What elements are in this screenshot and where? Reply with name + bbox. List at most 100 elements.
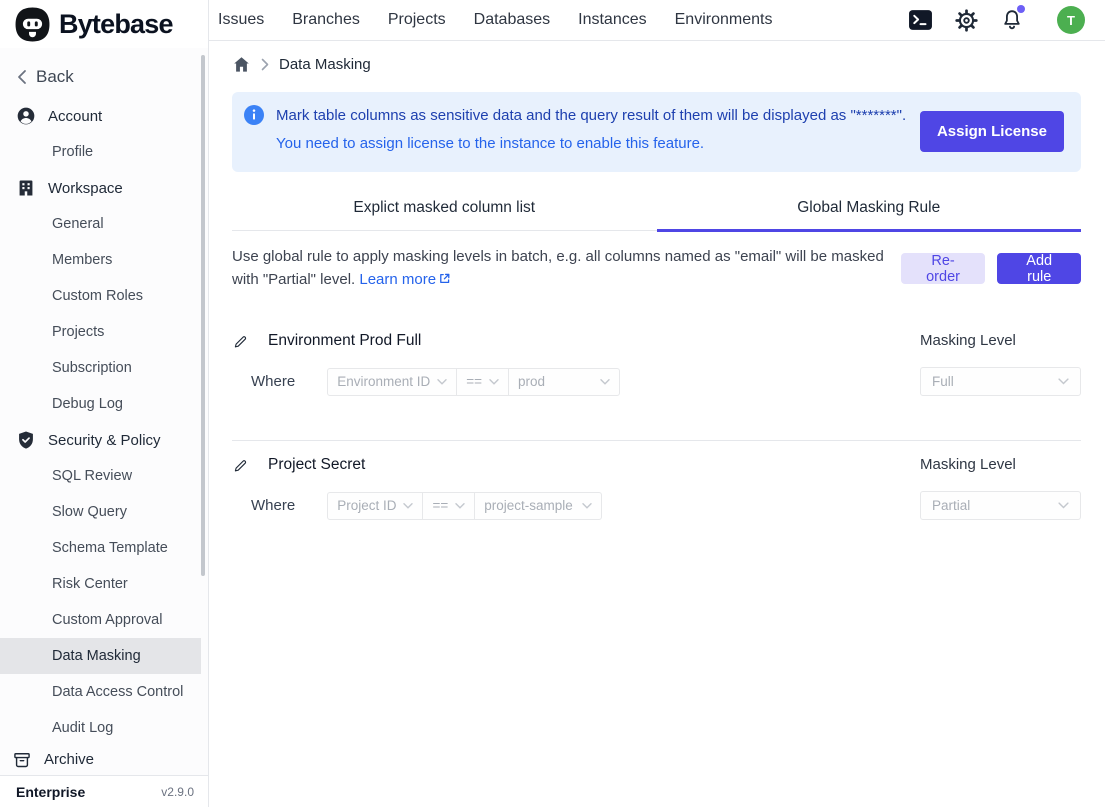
where-label: Where xyxy=(251,373,295,390)
nav-item-branches[interactable]: Branches xyxy=(292,11,360,29)
sidebar-item-archive[interactable]: Archive xyxy=(0,744,208,775)
sidebar-item-slow-query[interactable]: Slow Query xyxy=(0,494,208,530)
breadcrumb: Data Masking xyxy=(232,51,1081,77)
notification-dot xyxy=(1017,5,1025,13)
condition-field-select[interactable]: Project ID xyxy=(327,492,423,520)
masking-level-select[interactable]: Partial xyxy=(920,491,1081,520)
sidebar-item-data-access-control[interactable]: Data Access Control xyxy=(0,674,208,710)
condition-operator-value: == xyxy=(432,498,448,513)
condition-operator-value: == xyxy=(466,374,482,389)
settings-button[interactable] xyxy=(953,7,979,33)
building-icon xyxy=(16,178,36,198)
bytebase-logo-icon xyxy=(14,6,51,43)
masking-rule-card: Project Secret Masking Level Where Proje… xyxy=(232,456,1081,520)
settings-sidebar: Bytebase Back Account Profile xyxy=(0,0,209,807)
condition-value-select[interactable]: prod xyxy=(508,368,620,396)
masking-rule-card: Environment Prod Full Masking Level Wher… xyxy=(232,332,1081,396)
chevron-down-icon xyxy=(403,503,413,509)
add-rule-button[interactable]: Add rule xyxy=(997,253,1081,284)
nav-item-projects[interactable]: Projects xyxy=(388,11,446,29)
page-content: Data Masking Mark table columns as sensi… xyxy=(209,41,1105,807)
nav-item-instances[interactable]: Instances xyxy=(578,11,646,29)
terminal-icon xyxy=(908,9,933,31)
sidebar-item-debug-log[interactable]: Debug Log xyxy=(0,386,208,422)
section-label: Workspace xyxy=(48,180,123,197)
reorder-button[interactable]: Re-order xyxy=(901,253,986,284)
learn-more-link[interactable]: Learn more xyxy=(359,271,451,288)
section-label: Account xyxy=(48,108,102,125)
main-column: Issues Branches Projects Databases Insta… xyxy=(209,0,1105,807)
nav-item-databases[interactable]: Databases xyxy=(474,11,551,29)
archive-icon xyxy=(12,750,32,770)
sidebar-item-risk-center[interactable]: Risk Center xyxy=(0,566,208,602)
sidebar-item-general[interactable]: General xyxy=(0,206,208,242)
condition-operator-select[interactable]: == xyxy=(456,368,509,396)
top-navbar: Issues Branches Projects Databases Insta… xyxy=(209,0,1105,41)
rules-toolbar: Use global rule to apply masking levels … xyxy=(232,245,1081,291)
nav-item-issues[interactable]: Issues xyxy=(218,11,264,29)
chevron-down-icon xyxy=(437,379,447,385)
avatar[interactable]: T xyxy=(1057,6,1085,34)
chevron-right-icon xyxy=(261,58,269,71)
brand-logo[interactable]: Bytebase xyxy=(0,0,208,48)
nav-item-environments[interactable]: Environments xyxy=(675,11,773,29)
masking-tabs: Explict masked column list Global Maskin… xyxy=(232,187,1081,231)
masking-level-value: Full xyxy=(932,374,954,389)
external-link-icon xyxy=(438,272,451,285)
condition-value-text: project-sample xyxy=(484,498,573,513)
section-security-policy: Security & Policy xyxy=(0,422,208,458)
home-icon[interactable] xyxy=(232,55,251,74)
user-icon xyxy=(16,106,36,126)
sidebar-item-schema-template[interactable]: Schema Template xyxy=(0,530,208,566)
app-window: Bytebase Back Account Profile xyxy=(0,0,1105,807)
rule-title: Project Secret xyxy=(268,456,365,474)
condition-operator-select[interactable]: == xyxy=(422,492,475,520)
section-account: Account xyxy=(0,98,208,134)
sql-editor-button[interactable] xyxy=(907,7,933,33)
sidebar-item-data-masking[interactable]: Data Masking xyxy=(0,638,201,674)
condition-field-select[interactable]: Environment ID xyxy=(327,368,457,396)
chevron-left-icon xyxy=(16,69,27,85)
plan-badge: Enterprise xyxy=(16,784,85,800)
section-label: Security & Policy xyxy=(48,432,161,449)
sidebar-item-audit-log[interactable]: Audit Log xyxy=(0,710,208,744)
masking-level-label: Masking Level xyxy=(920,332,1016,349)
rules-description: Use global rule to apply masking levels … xyxy=(232,245,901,291)
sidebar-item-members[interactable]: Members xyxy=(0,242,208,278)
condition-field-value: Environment ID xyxy=(337,374,430,389)
sidebar-item-sql-review[interactable]: SQL Review xyxy=(0,458,208,494)
edit-pencil-icon[interactable] xyxy=(232,333,249,350)
license-banner: Mark table columns as sensitive data and… xyxy=(232,92,1081,172)
sidebar-item-subscription[interactable]: Subscription xyxy=(0,350,208,386)
section-workspace: Workspace xyxy=(0,170,208,206)
chevron-down-icon xyxy=(600,379,610,385)
where-label: Where xyxy=(251,497,295,514)
shield-icon xyxy=(16,430,36,450)
condition-group: Environment ID == prod xyxy=(327,368,620,396)
version-label: v2.9.0 xyxy=(161,785,194,799)
rule-title: Environment Prod Full xyxy=(268,332,421,350)
rules-actions: Re-order Add rule xyxy=(901,253,1081,284)
sidebar-nav: Account Profile Workspace General Member… xyxy=(0,98,208,744)
sidebar-item-profile[interactable]: Profile xyxy=(0,134,208,170)
masking-level-select[interactable]: Full xyxy=(920,367,1081,396)
sidebar-scrollbar[interactable] xyxy=(201,55,205,576)
brand-name: Bytebase xyxy=(59,9,173,40)
tab-global-masking-rule[interactable]: Global Masking Rule xyxy=(657,187,1082,232)
masking-level-value: Partial xyxy=(932,498,970,513)
rule-divider xyxy=(232,440,1081,441)
chevron-down-icon xyxy=(455,503,465,509)
banner-message: Mark table columns as sensitive data and… xyxy=(276,105,906,126)
sidebar-item-custom-roles[interactable]: Custom Roles xyxy=(0,278,208,314)
sidebar-item-projects[interactable]: Projects xyxy=(0,314,208,350)
notifications-button[interactable] xyxy=(999,7,1025,33)
rules-description-text: Use global rule to apply masking levels … xyxy=(232,248,884,288)
tab-explicit-masked-column-list[interactable]: Explict masked column list xyxy=(232,187,657,232)
sidebar-item-custom-approval[interactable]: Custom Approval xyxy=(0,602,208,638)
edit-pencil-icon[interactable] xyxy=(232,457,249,474)
back-button[interactable]: Back xyxy=(0,60,208,94)
assign-license-button[interactable]: Assign License xyxy=(920,111,1064,152)
masking-level-label: Masking Level xyxy=(920,456,1016,473)
breadcrumb-current: Data Masking xyxy=(279,56,371,73)
condition-value-select[interactable]: project-sample xyxy=(474,492,602,520)
